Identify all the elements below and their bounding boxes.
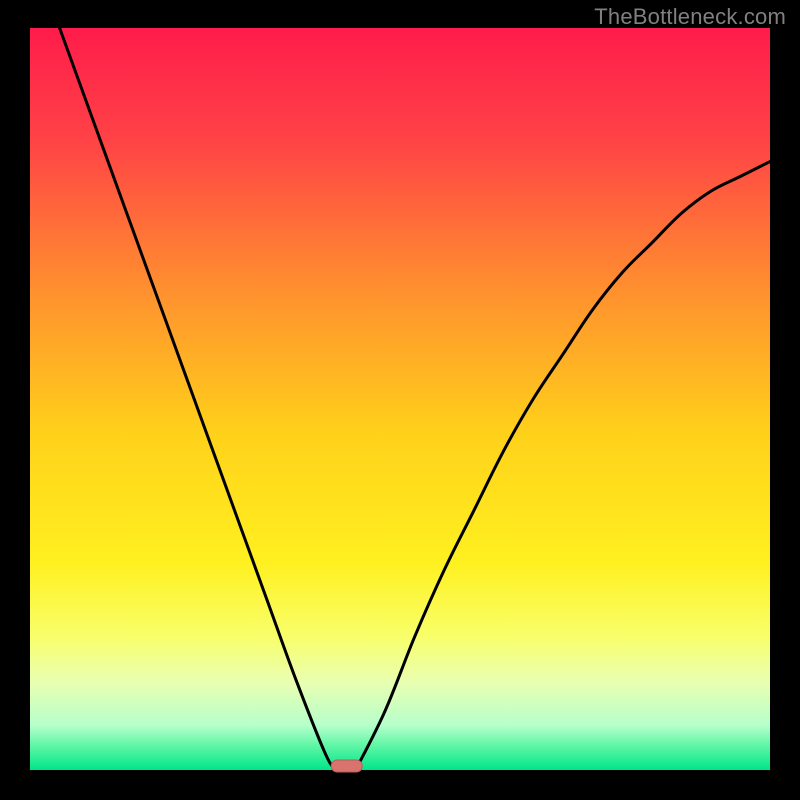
- chart-frame: TheBottleneck.com: [0, 0, 800, 800]
- watermark-text: TheBottleneck.com: [594, 4, 786, 30]
- bottleneck-chart: [0, 0, 800, 800]
- minimum-marker: [331, 760, 362, 772]
- plot-background: [30, 28, 770, 770]
